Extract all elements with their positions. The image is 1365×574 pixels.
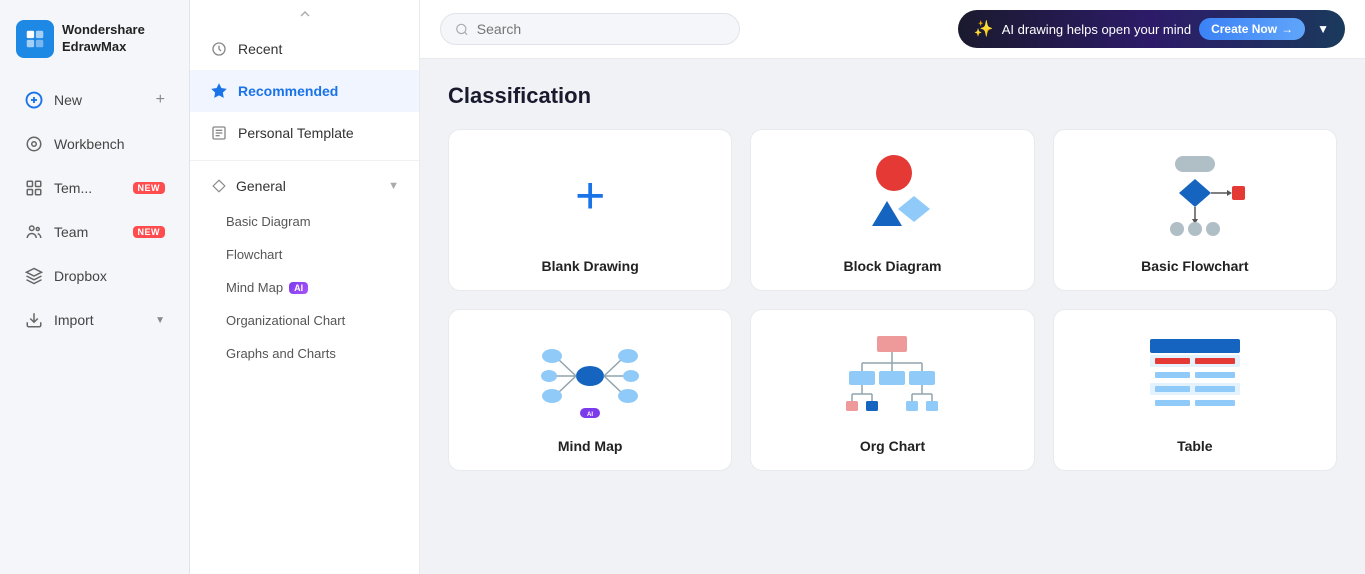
- card-org-chart[interactable]: Org Chart: [750, 309, 1034, 471]
- logo-area: Wondershare EdrawMax: [0, 12, 189, 78]
- block-diagram-visual: [842, 146, 942, 246]
- section-title: Classification: [448, 83, 1337, 109]
- team-icon: [24, 222, 44, 242]
- block-diagram-label: Block Diagram: [843, 258, 941, 274]
- sidebar-item-dropbox[interactable]: Dropbox: [8, 256, 181, 296]
- new-icon: [24, 90, 44, 110]
- app-logo-icon: [16, 20, 54, 58]
- diamond-icon: [210, 177, 228, 195]
- templates-new-badge: NEW: [133, 182, 166, 194]
- cards-grid: + Blank Drawing Block Diagram: [448, 129, 1337, 471]
- menu-sub-mindmap[interactable]: Mind Map AI: [190, 271, 419, 304]
- top-bar: ✨ AI drawing helps open your mind Create…: [420, 0, 1365, 59]
- sidebar-item-templates-label: Tem...: [54, 180, 92, 196]
- sidebar-item-import-label: Import: [54, 312, 94, 328]
- flowchart-label: Flowchart: [226, 247, 282, 262]
- menu-section-general[interactable]: General ▼: [190, 167, 419, 205]
- menu-sub-flowchart[interactable]: Flowchart: [190, 238, 419, 271]
- banner-dropdown-icon[interactable]: ▼: [1317, 22, 1329, 36]
- ai-btn-label: Create Now: [1211, 22, 1277, 36]
- sidebar-item-import[interactable]: Import ▼: [8, 300, 181, 340]
- mind-map-visual: AI: [540, 326, 640, 426]
- card-block-diagram[interactable]: Block Diagram: [750, 129, 1034, 291]
- ai-btn-arrow-icon: →: [1281, 22, 1293, 36]
- scroll-up-button[interactable]: [190, 0, 419, 28]
- menu-panel: Recent Recommended Personal Template Gen…: [190, 0, 420, 574]
- star-icon: [210, 82, 228, 100]
- main-content: ✨ AI drawing helps open your mind Create…: [420, 0, 1365, 574]
- sidebar-item-workbench-label: Workbench: [54, 136, 125, 152]
- import-icon: [24, 310, 44, 330]
- graphs-charts-label: Graphs and Charts: [226, 346, 336, 361]
- search-icon: [455, 22, 469, 37]
- menu-sub-org-chart[interactable]: Organizational Chart: [190, 304, 419, 337]
- team-new-badge: NEW: [133, 226, 166, 238]
- sidebar-item-new-label: New: [54, 92, 82, 108]
- templates-icon: [24, 178, 44, 198]
- general-chevron-icon: ▼: [388, 180, 399, 192]
- ai-badge: AI: [289, 282, 308, 294]
- menu-sub-basic-diagram[interactable]: Basic Diagram: [190, 205, 419, 238]
- sidebar-item-new[interactable]: New +: [8, 80, 181, 120]
- org-chart-label: Organizational Chart: [226, 313, 345, 328]
- new-plus-icon: +: [156, 91, 165, 109]
- card-table[interactable]: Table: [1053, 309, 1337, 471]
- sidebar-item-dropbox-label: Dropbox: [54, 268, 107, 284]
- mind-map-label: Mind Map: [226, 280, 283, 295]
- menu-item-recommended-label: Recommended: [238, 83, 338, 99]
- search-box[interactable]: [440, 13, 740, 45]
- menu-section-general-label: General: [236, 178, 286, 194]
- menu-item-recent-label: Recent: [238, 41, 282, 57]
- sidebar-item-team-label: Team: [54, 224, 88, 240]
- search-input[interactable]: [477, 21, 725, 37]
- mind-map-label: Mind Map: [558, 438, 623, 454]
- card-blank-drawing[interactable]: + Blank Drawing: [448, 129, 732, 291]
- sidebar: Wondershare EdrawMax New + Workbench Tem…: [0, 0, 190, 574]
- card-mind-map[interactable]: AI Mind Map: [448, 309, 732, 471]
- blank-drawing-plus-icon: +: [560, 166, 620, 226]
- org-chart-label: Org Chart: [860, 438, 925, 454]
- menu-item-recent[interactable]: Recent: [190, 28, 419, 70]
- basic-diagram-label: Basic Diagram: [226, 214, 311, 229]
- table-label: Table: [1177, 438, 1213, 454]
- clock-icon: [210, 40, 228, 58]
- org-chart-visual: [842, 326, 942, 426]
- menu-item-recommended[interactable]: Recommended: [190, 70, 419, 112]
- content-area: Classification + Blank Drawing: [420, 59, 1365, 574]
- app-name: Wondershare EdrawMax: [62, 22, 145, 56]
- svg-text:AI: AI: [587, 412, 593, 418]
- ai-banner-text: AI drawing helps open your mind: [1002, 22, 1191, 37]
- file-icon: [210, 124, 228, 142]
- import-chevron-icon: ▼: [155, 315, 165, 326]
- table-visual: [1145, 326, 1245, 426]
- basic-flowchart-label: Basic Flowchart: [1141, 258, 1248, 274]
- ai-banner[interactable]: ✨ AI drawing helps open your mind Create…: [958, 10, 1345, 48]
- sidebar-item-workbench[interactable]: Workbench: [8, 124, 181, 164]
- menu-item-personal-template[interactable]: Personal Template: [190, 112, 419, 154]
- basic-flowchart-visual: [1145, 146, 1245, 246]
- ai-create-now-button[interactable]: Create Now →: [1199, 18, 1305, 40]
- ai-sparkle-icon: ✨: [974, 19, 994, 39]
- menu-item-personal-template-label: Personal Template: [238, 125, 354, 141]
- sidebar-item-templates[interactable]: Tem... NEW: [8, 168, 181, 208]
- menu-divider: [190, 160, 419, 161]
- dropbox-icon: [24, 266, 44, 286]
- workbench-icon: [24, 134, 44, 154]
- card-basic-flowchart[interactable]: Basic Flowchart: [1053, 129, 1337, 291]
- blank-drawing-visual: +: [540, 146, 640, 246]
- sidebar-item-team[interactable]: Team NEW: [8, 212, 181, 252]
- menu-sub-graphs[interactable]: Graphs and Charts: [190, 337, 419, 370]
- blank-drawing-label: Blank Drawing: [542, 258, 639, 274]
